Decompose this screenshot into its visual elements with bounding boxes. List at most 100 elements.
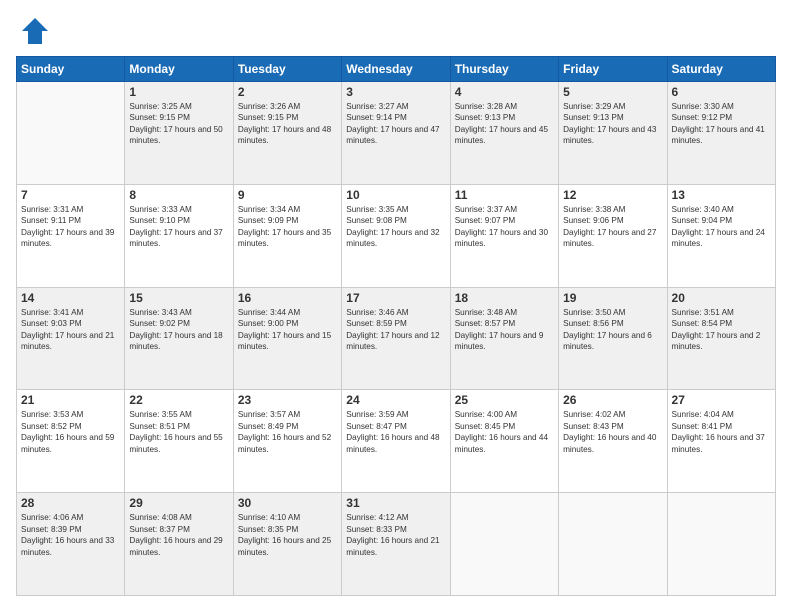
sunrise-text: Sunrise: 3:50 AM bbox=[563, 308, 625, 317]
sunset-text: Sunset: 9:13 PM bbox=[455, 113, 516, 122]
calendar-cell: 14Sunrise: 3:41 AMSunset: 9:03 PMDayligh… bbox=[17, 287, 125, 390]
daylight-text: Daylight: 17 hours and 2 minutes. bbox=[672, 331, 761, 351]
calendar-cell: 19 Sunrise: 3:50 AMSunset: 8:56 PMDayligh… bbox=[559, 287, 667, 390]
day-number: 15 bbox=[129, 291, 228, 305]
day-info: Sunrise: 3:29 AMSunset: 9:13 PMDaylight:… bbox=[563, 101, 662, 147]
sunrise-text: Sunrise: 3:28 AM bbox=[455, 102, 517, 111]
daylight-text: Daylight: 17 hours and 12 minutes. bbox=[346, 331, 439, 351]
calendar-cell: 26 Sunrise: 4:02 AMSunset: 8:43 PMDayligh… bbox=[559, 390, 667, 493]
sunrise-text: Sunrise: 3:27 AM bbox=[346, 102, 408, 111]
sunrise-text: Sunrise: 3:57 AM bbox=[238, 410, 300, 419]
sunset-text: Sunset: 9:10 PM bbox=[129, 216, 190, 225]
sunset-text: Sunset: 8:52 PM bbox=[21, 422, 82, 431]
day-number: 31 bbox=[346, 496, 445, 510]
sunset-text: Sunset: 9:02 PM bbox=[129, 319, 190, 328]
day-info: Sunrise: 4:04 AM Sunset: 8:41 PM Daylight:… bbox=[672, 409, 771, 455]
sunrise-text: Sunrise: 3:25 AM bbox=[129, 102, 191, 111]
calendar-cell: 1Sunrise: 3:25 AMSunset: 9:15 PMDaylight… bbox=[125, 82, 233, 185]
calendar-cell: 4Sunrise: 3:28 AMSunset: 9:13 PMDaylight… bbox=[450, 82, 558, 185]
day-number: 1 bbox=[129, 85, 228, 99]
sunrise-text: Sunrise: 4:00 AM bbox=[455, 410, 517, 419]
day-number: 17 bbox=[346, 291, 445, 305]
calendar-cell: 23Sunrise: 3:57 AMSunset: 8:49 PMDayligh… bbox=[233, 390, 341, 493]
daylight-text: Daylight: 17 hours and 37 minutes. bbox=[129, 228, 222, 248]
day-info: Sunrise: 4:08 AMSunset: 8:37 PMDaylight:… bbox=[129, 512, 228, 558]
day-info: Sunrise: 3:59 AMSunset: 8:47 PMDaylight:… bbox=[346, 409, 445, 455]
day-number: 3 bbox=[346, 85, 445, 99]
calendar-cell: 25Sunrise: 4:00 AMSunset: 8:45 PMDayligh… bbox=[450, 390, 558, 493]
daylight-text: Daylight: 17 hours and 24 minutes. bbox=[672, 228, 765, 248]
day-number: 14 bbox=[21, 291, 120, 305]
day-info: Sunrise: 4:02 AMSunset: 8:43 PMDaylight:… bbox=[563, 409, 662, 455]
day-number: 13 bbox=[672, 188, 771, 202]
calendar-cell: 20Sunrise: 3:51 AMSunset: 8:54 PMDayligh… bbox=[667, 287, 775, 390]
sunset-text: Sunset: 8:39 PM bbox=[21, 525, 82, 534]
daylight-text: Daylight: 17 hours and 45 minutes. bbox=[455, 125, 548, 145]
calendar-cell bbox=[559, 493, 667, 596]
calendar-header-row: SundayMondayTuesdayWednesdayThursdayFrid… bbox=[17, 57, 776, 82]
sunset-text: Sunset: 8:45 PM bbox=[455, 422, 516, 431]
sunset-text: Sunset: 9:00 PM bbox=[238, 319, 299, 328]
daylight-text: Daylight: 17 hours and 18 minutes. bbox=[129, 331, 222, 351]
daylight-text: Daylight: 17 hours and 43 minutes. bbox=[563, 125, 656, 145]
calendar-week-row: 14Sunrise: 3:41 AMSunset: 9:03 PMDayligh… bbox=[17, 287, 776, 390]
logo-icon bbox=[20, 16, 50, 46]
sunset-text: Sunset: 8:33 PM bbox=[346, 525, 407, 534]
sunrise-text: Sunrise: 3:37 AM bbox=[455, 205, 517, 214]
daylight-text: Daylight: 17 hours and 21 minutes. bbox=[21, 331, 114, 351]
day-info: Sunrise: 3:50 AMSunset: 8:56 PMDaylight:… bbox=[563, 307, 662, 353]
sunrise-text: Sunrise: 3:30 AM bbox=[672, 102, 734, 111]
day-info: Sunrise: 3:40 AMSunset: 9:04 PMDaylight:… bbox=[672, 204, 771, 250]
calendar-week-row: 21Sunrise: 3:53 AMSunset: 8:52 PMDayligh… bbox=[17, 390, 776, 493]
daylight-text: Daylight: 17 hours and 15 minutes. bbox=[238, 331, 331, 351]
sunrise-text: Sunrise: 3:55 AM bbox=[129, 410, 191, 419]
daylight-text: Daylight: 16 hours and 29 minutes. bbox=[129, 536, 222, 556]
calendar-cell: 3Sunrise: 3:27 AMSunset: 9:14 PMDaylight… bbox=[342, 82, 450, 185]
sunrise-text: Sunrise: 3:48 AM bbox=[455, 308, 517, 317]
daylight-text: Daylight: 17 hours and 39 minutes. bbox=[21, 228, 114, 248]
day-number: 26 bbox=[563, 393, 662, 407]
page: SundayMondayTuesdayWednesdayThursdayFrid… bbox=[0, 0, 792, 612]
calendar-cell: 22Sunrise: 3:55 AMSunset: 8:51 PMDayligh… bbox=[125, 390, 233, 493]
sunrise-text: Sunrise: 4:04 AM bbox=[672, 410, 734, 419]
daylight-text: Daylight: 16 hours and 44 minutes. bbox=[455, 433, 548, 453]
daylight-text: Daylight: 16 hours and 21 minutes. bbox=[346, 536, 439, 556]
sunset-text: Sunset: 9:13 PM bbox=[563, 113, 624, 122]
daylight-text: Daylight: 16 hours and 40 minutes. bbox=[563, 433, 656, 453]
sunset-text: Sunset: 9:04 PM bbox=[672, 216, 733, 225]
calendar-cell: 13 Sunrise: 3:40 AMSunset: 9:04 PMDayligh… bbox=[667, 184, 775, 287]
day-number: 18 bbox=[455, 291, 554, 305]
day-info: Sunrise: 3:31 AMSunset: 9:11 PMDaylight:… bbox=[21, 204, 120, 250]
sunrise-text: Sunrise: 3:44 AM bbox=[238, 308, 300, 317]
day-number: 6 bbox=[672, 85, 771, 99]
calendar-cell: 16Sunrise: 3:44 AMSunset: 9:00 PMDayligh… bbox=[233, 287, 341, 390]
calendar-cell: 6Sunrise: 3:30 AMSunset: 9:12 PMDaylight… bbox=[667, 82, 775, 185]
daylight-text: Daylight: 17 hours and 48 minutes. bbox=[238, 125, 331, 145]
day-number: 27 bbox=[672, 393, 771, 407]
calendar-cell: 9Sunrise: 3:34 AMSunset: 9:09 PMDaylight… bbox=[233, 184, 341, 287]
day-number: 12 bbox=[563, 188, 662, 202]
day-number: 19 bbox=[563, 291, 662, 305]
sunrise-text: Sunrise: 4:12 AM bbox=[346, 513, 408, 522]
weekday-header: Tuesday bbox=[233, 57, 341, 82]
calendar-cell: 11Sunrise: 3:37 AMSunset: 9:07 PMDayligh… bbox=[450, 184, 558, 287]
calendar-cell: 31 Sunrise: 4:12 AM Sunset: 8:33 PM Dayligh… bbox=[342, 493, 450, 596]
weekday-header: Sunday bbox=[17, 57, 125, 82]
sunrise-text: Sunrise: 4:10 AM bbox=[238, 513, 300, 522]
sunset-text: Sunset: 9:06 PM bbox=[563, 216, 624, 225]
calendar-cell: 30Sunrise: 4:10 AMSunset: 8:35 PMDayligh… bbox=[233, 493, 341, 596]
sunset-text: Sunset: 8:57 PM bbox=[455, 319, 516, 328]
day-info: Sunrise: 3:26 AMSunset: 9:15 PMDaylight:… bbox=[238, 101, 337, 147]
day-info: Sunrise: 3:38 AMSunset: 9:06 PMDaylight:… bbox=[563, 204, 662, 250]
calendar-week-row: 1Sunrise: 3:25 AMSunset: 9:15 PMDaylight… bbox=[17, 82, 776, 185]
day-number: 21 bbox=[21, 393, 120, 407]
weekday-header: Wednesday bbox=[342, 57, 450, 82]
sunset-text: Sunset: 8:41 PM bbox=[672, 422, 733, 431]
day-number: 9 bbox=[238, 188, 337, 202]
daylight-text: Daylight: 16 hours and 37 minutes. bbox=[672, 433, 765, 453]
day-info: Sunrise: 3:57 AMSunset: 8:49 PMDaylight:… bbox=[238, 409, 337, 455]
sunset-text: Sunset: 9:08 PM bbox=[346, 216, 407, 225]
weekday-header: Saturday bbox=[667, 57, 775, 82]
calendar-cell: 24Sunrise: 3:59 AMSunset: 8:47 PMDayligh… bbox=[342, 390, 450, 493]
calendar-cell: 8Sunrise: 3:33 AMSunset: 9:10 PMDaylight… bbox=[125, 184, 233, 287]
